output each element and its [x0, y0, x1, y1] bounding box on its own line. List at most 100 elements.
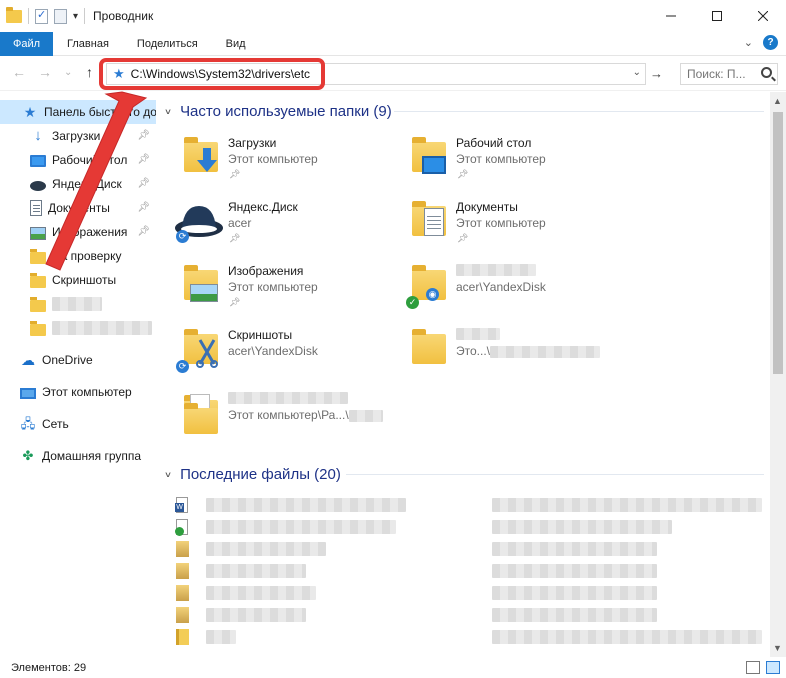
shared-badge-icon: ◉: [426, 288, 439, 301]
vertical-scrollbar[interactable]: ▲ ▼: [770, 92, 786, 657]
search-box[interactable]: [680, 63, 778, 85]
desktop-folder-icon: [408, 134, 448, 180]
screenshots-folder-icon: [30, 272, 46, 288]
close-button[interactable]: [740, 0, 786, 32]
tab-view[interactable]: Вид: [212, 32, 260, 56]
tile-location: acer\YandexDisk: [228, 344, 318, 358]
collapse-chevron-icon[interactable]: ∨: [164, 106, 172, 115]
sidebar-item-label: На проверку: [52, 249, 122, 263]
navigation-bar: ← → ⌄ ↑ ★ C:\Windows\System32\drivers\et…: [0, 57, 786, 91]
pin-icon[interactable]: 📌︎: [137, 154, 150, 165]
list-item[interactable]: [176, 540, 766, 558]
window-title: Проводник: [93, 9, 154, 23]
tile-location: Этот компьютер: [456, 152, 546, 166]
sidebar-item-desktop[interactable]: Рабочий стол 📌︎: [0, 148, 156, 172]
list-item[interactable]: [176, 562, 766, 580]
large-icons-view-icon[interactable]: [766, 661, 780, 674]
maximize-button[interactable]: [694, 0, 740, 32]
screenshots-folder-icon: ⟳: [176, 326, 220, 373]
sidebar-item-hidden[interactable]: [0, 316, 156, 340]
tile-name: Документы: [456, 200, 518, 214]
pin-icon: 📌︎: [229, 233, 241, 243]
folder-icon[interactable]: [6, 6, 22, 23]
scroll-up-arrow-icon[interactable]: ▲: [773, 96, 782, 106]
pin-icon[interactable]: 📌︎: [137, 202, 150, 213]
sidebar-item-quick-access[interactable]: ★ Панель быстрого доступа: [0, 100, 156, 124]
properties-icon[interactable]: [35, 8, 48, 24]
search-input[interactable]: [687, 67, 757, 81]
tile-yandex-disk[interactable]: ⟳ Яндекс.Диск acer 📌︎: [160, 194, 390, 250]
tile-location: Этот компьютер: [228, 152, 318, 166]
redacted-label: [52, 321, 152, 335]
tab-home[interactable]: Главная: [53, 32, 123, 56]
quick-access-toolbar: ▾: [0, 6, 86, 24]
tile-location: acer\YandexDisk: [456, 280, 546, 294]
sidebar-item-label: Загрузки: [52, 129, 101, 143]
sidebar-item-to-review[interactable]: На проверку: [0, 244, 156, 268]
pin-icon: 📌︎: [457, 233, 469, 243]
recent-locations-chevron-icon[interactable]: ⌄: [64, 67, 72, 78]
sidebar-item-this-pc[interactable]: Этот компьютер: [0, 380, 156, 404]
sidebar-item-downloads[interactable]: ↓ Загрузки 📌︎: [0, 124, 156, 148]
help-icon[interactable]: ?: [763, 35, 778, 50]
search-icon[interactable]: [761, 67, 772, 78]
list-item[interactable]: [175, 518, 766, 536]
folder-files-icon: [180, 390, 220, 436]
image-file-icon: [176, 585, 192, 601]
back-arrow-icon[interactable]: ←: [12, 64, 26, 80]
sidebar-item-homegroup[interactable]: ✤ Домашняя группа: [0, 444, 156, 468]
ribbon-tabs: Файл Главная Поделиться Вид ⌄ ?: [0, 31, 786, 56]
recent-files-header[interactable]: ∨ Последние файлы (20): [164, 464, 764, 484]
sidebar-item-screenshots[interactable]: Скриншоты: [0, 268, 156, 292]
new-folder-icon[interactable]: [54, 8, 67, 24]
word-document-synced-icon: [175, 519, 192, 536]
tile-location: Это...\: [456, 344, 600, 358]
tab-file[interactable]: Файл: [0, 31, 54, 56]
pin-icon[interactable]: 📌︎: [137, 178, 150, 189]
list-item[interactable]: [176, 606, 766, 624]
scrollbar-thumb[interactable]: [773, 112, 783, 374]
tile-documents[interactable]: Документы Этот компьютер 📌︎: [388, 194, 618, 250]
redacted-label: [52, 297, 102, 311]
sidebar-item-label: Рабочий стол: [52, 153, 128, 167]
forward-arrow-icon[interactable]: →: [38, 64, 52, 80]
tile-pictures[interactable]: Изображения Этот компьютер 📌︎: [160, 258, 390, 314]
folder-icon: [408, 326, 448, 372]
scroll-down-arrow-icon[interactable]: ▼: [773, 643, 782, 653]
tile-synced-folder[interactable]: ✓ ◉ acer\YandexDisk: [388, 258, 618, 314]
tile-files-folder[interactable]: Этот компьютер\Ра...\: [160, 386, 390, 442]
frequent-folders-header[interactable]: ∨ Часто используемые папки (9): [164, 101, 764, 121]
list-item[interactable]: [176, 628, 766, 646]
sidebar-item-onedrive[interactable]: ☁ OneDrive: [0, 348, 156, 372]
expand-ribbon-chevron-icon[interactable]: ⌄: [744, 36, 753, 49]
up-arrow-icon[interactable]: ↑: [86, 64, 93, 80]
sidebar-item-network[interactable]: 🖧︎ Сеть: [0, 412, 156, 436]
customize-toolbar-chevron-icon[interactable]: ▾: [73, 11, 78, 22]
list-item[interactable]: [176, 584, 766, 602]
minimize-button[interactable]: [648, 0, 694, 32]
sidebar-item-yandex-disk[interactable]: Яндекс.Диск 📌︎: [0, 172, 156, 196]
sidebar-item-label: Скриншоты: [52, 273, 117, 287]
sidebar-item-pictures[interactable]: Изображения 📌︎: [0, 220, 156, 244]
tile-folder[interactable]: Это...\: [388, 322, 618, 378]
tile-screenshots[interactable]: ⟳ Скриншоты acer\YandexDisk: [160, 322, 390, 378]
tile-desktop[interactable]: Рабочий стол Этот компьютер 📌︎: [388, 130, 618, 186]
toolbar-divider: [84, 8, 86, 24]
sidebar-item-documents[interactable]: Документы 📌︎: [0, 196, 156, 220]
tile-downloads[interactable]: Загрузки Этот компьютер 📌︎: [160, 130, 390, 186]
sidebar-item-label: Панель быстрого доступа: [44, 105, 156, 119]
pin-icon: 📌︎: [229, 169, 241, 179]
navigation-pane: ★ Панель быстрого доступа ↓ Загрузки 📌︎ …: [0, 92, 156, 657]
sidebar-item-hidden[interactable]: [0, 292, 156, 316]
maximize-icon: [712, 11, 722, 21]
list-item[interactable]: W: [175, 496, 766, 514]
content-pane: ∨ Часто используемые папки (9) Загрузки …: [160, 92, 770, 657]
tab-share[interactable]: Поделиться: [123, 32, 212, 56]
tile-name: Загрузки: [228, 136, 277, 150]
go-arrow-icon[interactable]: →: [650, 66, 663, 81]
pin-icon[interactable]: 📌︎: [137, 130, 150, 141]
details-view-icon[interactable]: [746, 661, 760, 674]
collapse-chevron-icon[interactable]: ∨: [164, 469, 172, 478]
pin-icon[interactable]: 📌︎: [137, 226, 150, 237]
address-dropdown-chevron-icon[interactable]: ⌄: [633, 67, 641, 78]
